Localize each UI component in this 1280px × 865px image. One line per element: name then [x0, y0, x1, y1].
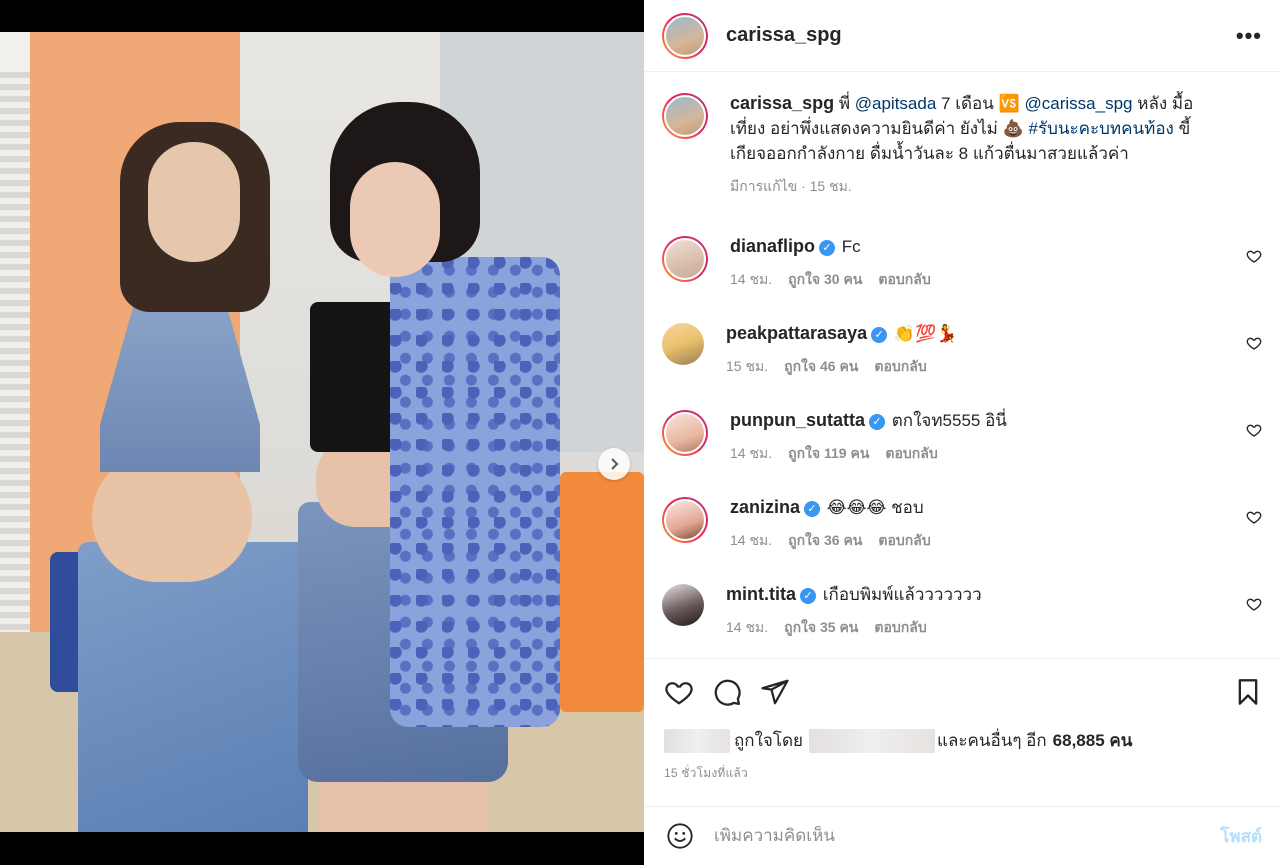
comment-text: เกือบพิมพ์แล้ววววววว	[822, 585, 982, 604]
reply-button[interactable]: ตอบกลับ	[878, 269, 930, 291]
vs-emoji: 🆚	[998, 94, 1020, 113]
reply-button[interactable]: ตอบกลับ	[885, 443, 937, 465]
comment-text: ตกใจท5555 อินี่	[891, 411, 1007, 430]
avatar[interactable]	[662, 410, 708, 456]
post-timestamp[interactable]: 15 ชั่วโมงที่แล้ว	[664, 764, 1262, 783]
more-horizontal-icon[interactable]: •••	[1236, 23, 1262, 49]
post-sidebar: carissa_spg ••• carissa_spg พี่ @apitsad…	[644, 0, 1280, 865]
avatar[interactable]	[662, 584, 704, 626]
comment-username[interactable]: mint.tita	[726, 584, 796, 604]
verified-badge-icon: ✓	[871, 326, 888, 343]
likes-count[interactable]: 68,885 คน	[1053, 727, 1133, 754]
liked-by-text: ถูกใจโดย	[734, 731, 803, 750]
comment-time[interactable]: 15 ชม.	[726, 356, 768, 378]
share-icon[interactable]	[760, 677, 790, 707]
photo-blind	[0, 72, 30, 632]
comment-row: dianaflipo ✓ Fc 14 ชม. ถูกใจ 30 คน ตอบกลั…	[644, 234, 1280, 291]
add-comment-bar: โพสต์	[644, 806, 1280, 865]
heart-icon[interactable]	[1246, 422, 1262, 438]
photo-person-left-face	[148, 142, 240, 262]
comment-row: zanizina ✓ 😂😂😂 ชอบ 14 ชม. ถูกใจ 36 คน ตอบ…	[644, 495, 1280, 552]
comment-username[interactable]: punpun_sutatta	[730, 410, 865, 430]
comment-time[interactable]: 14 ชม.	[726, 617, 768, 639]
comment-text: 👏💯💃	[893, 324, 958, 343]
reply-button[interactable]: ตอบกลับ	[878, 530, 930, 552]
comment-input[interactable]	[714, 826, 1221, 846]
photo-person-left-jeans	[78, 542, 308, 832]
post-media	[0, 0, 644, 865]
blurred-username	[808, 728, 935, 753]
comment-text: Fc	[841, 237, 861, 256]
blurred-avatar	[664, 728, 730, 753]
chevron-right-icon	[611, 458, 619, 470]
comment-likes[interactable]: ถูกใจ 36 คน	[788, 530, 862, 552]
mention-link[interactable]: @carissa_spg	[1025, 94, 1133, 113]
avatar[interactable]	[662, 323, 704, 365]
photo-person-right-jacket	[390, 257, 560, 727]
carousel-next-button[interactable]	[598, 448, 630, 480]
post-comment-button[interactable]: โพสต์	[1220, 823, 1262, 850]
comment-username[interactable]: peakpattarasaya	[726, 323, 867, 343]
post-author-username[interactable]: carissa_spg	[726, 24, 842, 47]
reply-button[interactable]: ตอบกลับ	[874, 617, 926, 639]
hashtag-link[interactable]: #รับนะคะบทคนท้อง	[1029, 119, 1174, 138]
comment-time[interactable]: 14 ชม.	[730, 269, 772, 291]
poop-emoji: 💩	[1002, 119, 1024, 138]
verified-badge-icon: ✓	[869, 413, 885, 430]
avatar[interactable]	[662, 93, 708, 139]
heart-icon[interactable]	[1246, 248, 1262, 264]
caption-text: 7 เดือน	[941, 94, 994, 113]
heart-icon[interactable]	[664, 677, 694, 707]
mention-link[interactable]: @apitsada	[855, 94, 937, 113]
avatar[interactable]	[662, 497, 708, 543]
caption: carissa_spg พี่ @apitsada 7 เดือน 🆚 @car…	[644, 91, 1280, 198]
comment-row: peakpattarasaya ✓ 👏💯💃 15 ชม. ถูกใจ 46 คน …	[644, 321, 1280, 378]
bookmark-icon[interactable]	[1234, 677, 1262, 707]
caption-meta: มีการแก้ไข · 15 ชม.	[730, 178, 852, 194]
post-actions: ถูกใจโดย และคนอื่นๆ อีก 68,885 คน 15 ชั่…	[644, 658, 1280, 783]
comment-username[interactable]: zanizina	[730, 497, 800, 517]
caption-username[interactable]: carissa_spg	[730, 93, 834, 113]
comment-text: 😂😂😂 ชอบ	[826, 498, 924, 517]
comment-icon[interactable]	[712, 677, 742, 707]
caption-text: พี่	[838, 94, 851, 113]
avatar[interactable]	[662, 12, 708, 59]
comment-time[interactable]: 14 ชม.	[730, 530, 772, 552]
photo-person-right-face	[350, 162, 440, 277]
post-photo[interactable]	[0, 32, 644, 832]
comment-row: mint.tita ✓ เกือบพิมพ์แล้ววววววว 14 ชม. ถ…	[644, 582, 1280, 639]
verified-badge-icon: ✓	[804, 500, 821, 517]
comment-time[interactable]: 14 ชม.	[730, 443, 772, 465]
heart-icon[interactable]	[1246, 509, 1262, 525]
verified-badge-icon: ✓	[819, 239, 835, 256]
comments-list[interactable]: carissa_spg พี่ @apitsada 7 เดือน 🆚 @car…	[644, 73, 1280, 656]
comment-row: punpun_sutatta ✓ ตกใจท5555 อินี่ 14 ชม. ถ…	[644, 408, 1280, 465]
comment-likes[interactable]: ถูกใจ 30 คน	[788, 269, 862, 291]
heart-icon[interactable]	[1246, 596, 1262, 612]
comment-likes[interactable]: ถูกใจ 46 คน	[784, 356, 858, 378]
reply-button[interactable]: ตอบกลับ	[874, 356, 926, 378]
comment-likes[interactable]: ถูกใจ 35 คน	[784, 617, 858, 639]
post-header: carissa_spg •••	[644, 0, 1280, 72]
comment-username[interactable]: dianaflipo	[730, 236, 815, 256]
verified-badge-icon: ✓	[800, 587, 816, 604]
emoji-icon[interactable]	[666, 822, 694, 850]
heart-icon[interactable]	[1246, 335, 1262, 351]
photo-orange-chair	[560, 472, 644, 712]
likes-summary: ถูกใจโดย และคนอื่นๆ อีก 68,885 คน	[664, 727, 1262, 754]
avatar[interactable]	[662, 236, 708, 282]
comment-likes[interactable]: ถูกใจ 119 คน	[788, 443, 869, 465]
and-others-text[interactable]: และคนอื่นๆ อีก	[937, 727, 1047, 754]
